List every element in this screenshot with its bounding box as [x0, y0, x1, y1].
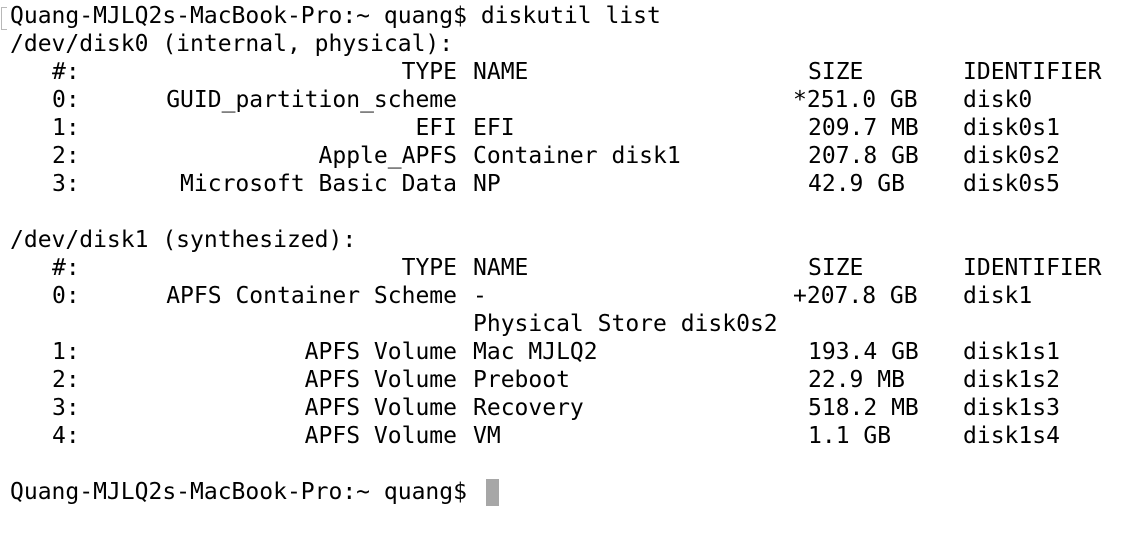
- prompt-text: Quang-MJLQ2s-MacBook-Pro:~ quang$: [10, 3, 467, 29]
- partition-name: VM: [473, 423, 501, 449]
- partition-name: Preboot: [473, 367, 570, 393]
- partition-type: GUID_partition_scheme: [166, 87, 457, 113]
- partition-num: 1:: [52, 339, 80, 365]
- partition-num: 3:: [52, 171, 80, 197]
- partition-identifier: disk1s1: [963, 339, 1060, 365]
- column-header-num: #:: [52, 255, 80, 281]
- partition-name: Mac MJLQ2: [473, 339, 598, 365]
- table-row: 3: APFS Volume Recovery 518.2 MB disk1s3: [0, 394, 1140, 422]
- partition-size: 518.2 MB: [808, 395, 919, 421]
- partition-identifier: disk0s5: [963, 171, 1060, 197]
- table-row: 4: APFS Volume VM 1.1 GB disk1s4: [0, 422, 1140, 450]
- partition-identifier: disk1: [963, 283, 1033, 309]
- terminal-window[interactable]: Quang-MJLQ2s-MacBook-Pro:~ quang$ diskut…: [0, 0, 1140, 542]
- command-line: Quang-MJLQ2s-MacBook-Pro:~ quang$ diskut…: [10, 2, 661, 30]
- partition-num: 0:: [52, 87, 80, 113]
- column-header-size: SIZE: [808, 59, 864, 85]
- partition-identifier: disk1s3: [963, 395, 1060, 421]
- table-row: 0: GUID_partition_scheme *251.0 GB disk0: [0, 86, 1140, 114]
- partition-type: APFS Volume: [304, 339, 457, 365]
- disk0-header: /dev/disk0 (internal, physical):: [10, 31, 454, 57]
- mark-bracket-icon: [1, 7, 7, 30]
- partition-name: Recovery: [473, 395, 584, 421]
- partition-identifier: disk1s2: [963, 367, 1060, 393]
- partition-identifier: disk0s1: [963, 115, 1060, 141]
- partition-name: EFI: [473, 115, 515, 141]
- partition-size: 1.1 GB: [808, 423, 892, 449]
- column-header-name: NAME: [473, 255, 529, 281]
- column-header-identifier: IDENTIFIER: [963, 59, 1102, 85]
- partition-size: 42.9 GB: [808, 171, 905, 197]
- partition-name: Container disk1: [473, 143, 681, 169]
- column-header-type: TYPE: [401, 59, 457, 85]
- table-row: 1: EFI EFI 209.7 MB disk0s1: [0, 114, 1140, 142]
- disk0-column-headers: #: TYPE NAME SIZE IDENTIFIER: [0, 58, 1140, 86]
- partition-type: APFS Container Scheme: [166, 283, 457, 309]
- column-header-type: TYPE: [401, 255, 457, 281]
- partition-num: 4:: [52, 423, 80, 449]
- partition-identifier: disk0s2: [963, 143, 1060, 169]
- partition-size: *251.0 GB: [793, 87, 918, 113]
- partition-num: 2:: [52, 143, 80, 169]
- column-header-num: #:: [52, 59, 80, 85]
- table-row: 3: Microsoft Basic Data NP 42.9 GB disk0…: [0, 170, 1140, 198]
- table-row: 0: APFS Container Scheme - +207.8 GB dis…: [0, 282, 1140, 310]
- partition-num: 1:: [52, 115, 80, 141]
- table-row: 2: APFS Volume Preboot 22.9 MB disk1s2: [0, 366, 1140, 394]
- table-row: 2: Apple_APFS Container disk1 207.8 GB d…: [0, 142, 1140, 170]
- column-header-size: SIZE: [808, 255, 864, 281]
- partition-type: Apple_APFS: [318, 143, 457, 169]
- partition-identifier: disk1s4: [963, 423, 1060, 449]
- partition-size: 193.4 GB: [808, 339, 919, 365]
- partition-type: EFI: [415, 115, 457, 141]
- partition-name: -: [473, 283, 487, 309]
- partition-size: +207.8 GB: [793, 283, 918, 309]
- prompt-text: Quang-MJLQ2s-MacBook-Pro:~ quang$: [10, 479, 467, 505]
- table-row: 1: APFS Volume Mac MJLQ2 193.4 GB disk1s…: [0, 338, 1140, 366]
- table-row: Physical Store disk0s2: [0, 310, 1140, 338]
- partition-name: NP: [473, 171, 501, 197]
- column-header-name: NAME: [473, 59, 529, 85]
- disk1-header: /dev/disk1 (synthesized):: [10, 227, 357, 253]
- partition-num: 0:: [52, 283, 80, 309]
- partition-type: APFS Volume: [304, 367, 457, 393]
- partition-size: 22.9 MB: [808, 367, 905, 393]
- partition-num: 2:: [52, 367, 80, 393]
- partition-identifier: disk0: [963, 87, 1033, 113]
- partition-name: Physical Store disk0s2: [473, 311, 778, 337]
- disk1-column-headers: #: TYPE NAME SIZE IDENTIFIER: [0, 254, 1140, 282]
- partition-type: Microsoft Basic Data: [180, 171, 457, 197]
- partition-num: 3:: [52, 395, 80, 421]
- command-text: diskutil list: [480, 3, 661, 29]
- prompt-line[interactable]: Quang-MJLQ2s-MacBook-Pro:~ quang$: [10, 478, 467, 506]
- column-header-identifier: IDENTIFIER: [963, 255, 1102, 281]
- partition-size: 207.8 GB: [808, 143, 919, 169]
- partition-type: APFS Volume: [304, 395, 457, 421]
- partition-size: 209.7 MB: [808, 115, 919, 141]
- block-cursor-icon: [486, 479, 499, 506]
- partition-type: APFS Volume: [304, 423, 457, 449]
